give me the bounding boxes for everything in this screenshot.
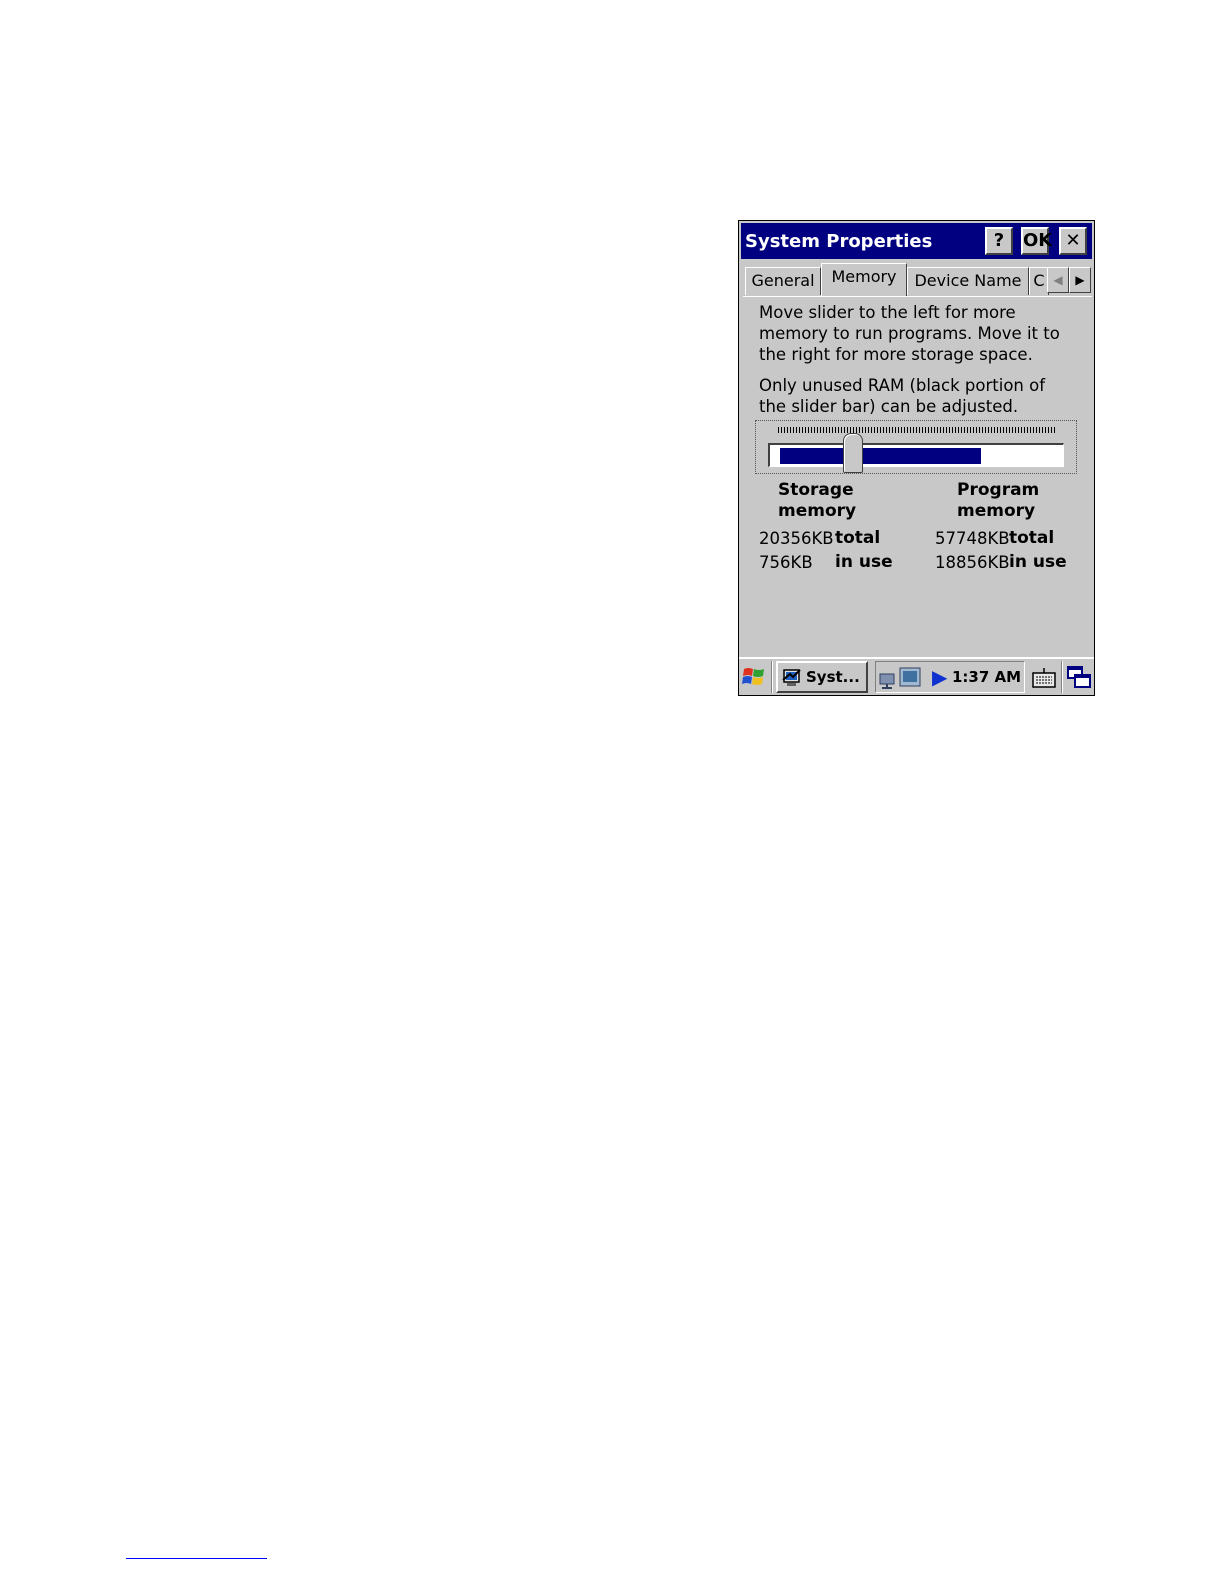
footnote-rule	[126, 1558, 267, 1559]
storage-heading: Storage memory	[778, 480, 856, 522]
storage-heading-line-1: Storage	[778, 480, 854, 500]
help-button[interactable]: ?	[985, 227, 1013, 255]
triangle-left-icon: ◀	[1053, 273, 1063, 287]
task-button-label: Syst...	[806, 668, 860, 686]
tray-arrow-icon[interactable]: ▶	[932, 665, 947, 689]
program-heading-line-1: Program	[957, 480, 1040, 500]
system-tray: ▶ 1:37 AM	[875, 661, 1025, 693]
used-ram-fill	[780, 448, 981, 464]
note-line-1: Only unused RAM (black portion of	[759, 376, 1046, 395]
memory-slider-group	[755, 420, 1077, 474]
desktop-switch-button[interactable]	[1066, 664, 1092, 694]
memory-slider-thumb[interactable]	[843, 433, 863, 473]
network-icon	[879, 667, 921, 689]
triangle-right-icon: ▶	[1075, 273, 1085, 287]
tab-memory[interactable]: Memory	[821, 263, 907, 296]
tab-general[interactable]: General	[745, 267, 821, 295]
taskbar-separator	[771, 661, 773, 693]
device-screen: System Properties ? OK ✕ General Memory …	[738, 220, 1095, 696]
program-heading: Program memory	[957, 480, 1039, 522]
instruction-line-3: the right for more storage space.	[759, 345, 1033, 364]
ok-button[interactable]: OK	[1021, 227, 1052, 255]
taskbar: Syst... ▶ 1:37 AM	[739, 657, 1094, 695]
keyboard-icon	[1032, 668, 1056, 688]
keyboard-button[interactable]	[1031, 664, 1057, 694]
close-button[interactable]: ✕	[1059, 227, 1087, 255]
windows-flag-icon	[742, 668, 764, 685]
instruction-line-2: memory to run programs. Move it to	[759, 324, 1060, 343]
tab-strip: General Memory Device Name C ◀ ▶	[743, 263, 1092, 296]
note-line-2: the slider bar) can be adjusted.	[759, 397, 1019, 416]
system-properties-icon	[782, 669, 801, 686]
start-button[interactable]	[742, 665, 766, 693]
storage-total-value: 20356KB	[759, 529, 834, 548]
instruction-line-1: Move slider to the left for more	[759, 303, 1016, 322]
program-total-value: 57748KB	[935, 529, 1010, 548]
desktop-switch-icon	[1067, 666, 1091, 688]
program-in-use-label: in use	[1009, 552, 1067, 572]
tab-underline	[743, 296, 1092, 297]
tab-scroll-left-button[interactable]: ◀	[1047, 267, 1069, 293]
taskbar-separator-right	[1061, 661, 1063, 693]
tab-partial[interactable]: C	[1029, 267, 1049, 295]
slider-ticks	[778, 427, 1056, 433]
memory-slider-track[interactable]	[768, 443, 1064, 467]
program-total-label: total	[1009, 528, 1055, 548]
task-button-system-properties[interactable]: Syst...	[776, 661, 868, 693]
tab-scroll-right-button[interactable]: ▶	[1069, 267, 1091, 293]
storage-heading-line-2: memory	[778, 501, 857, 521]
storage-total-label: total	[835, 528, 881, 548]
window-title: System Properties	[745, 231, 933, 252]
program-heading-line-2: memory	[957, 501, 1036, 521]
clock[interactable]: 1:37 AM	[952, 668, 1021, 686]
program-in-use-value: 18856KB	[935, 553, 1010, 572]
tab-device-name[interactable]: Device Name	[907, 267, 1029, 295]
title-bar: System Properties ? OK ✕	[741, 223, 1092, 259]
storage-in-use-value: 756KB	[759, 553, 813, 572]
storage-in-use-label: in use	[835, 552, 893, 572]
